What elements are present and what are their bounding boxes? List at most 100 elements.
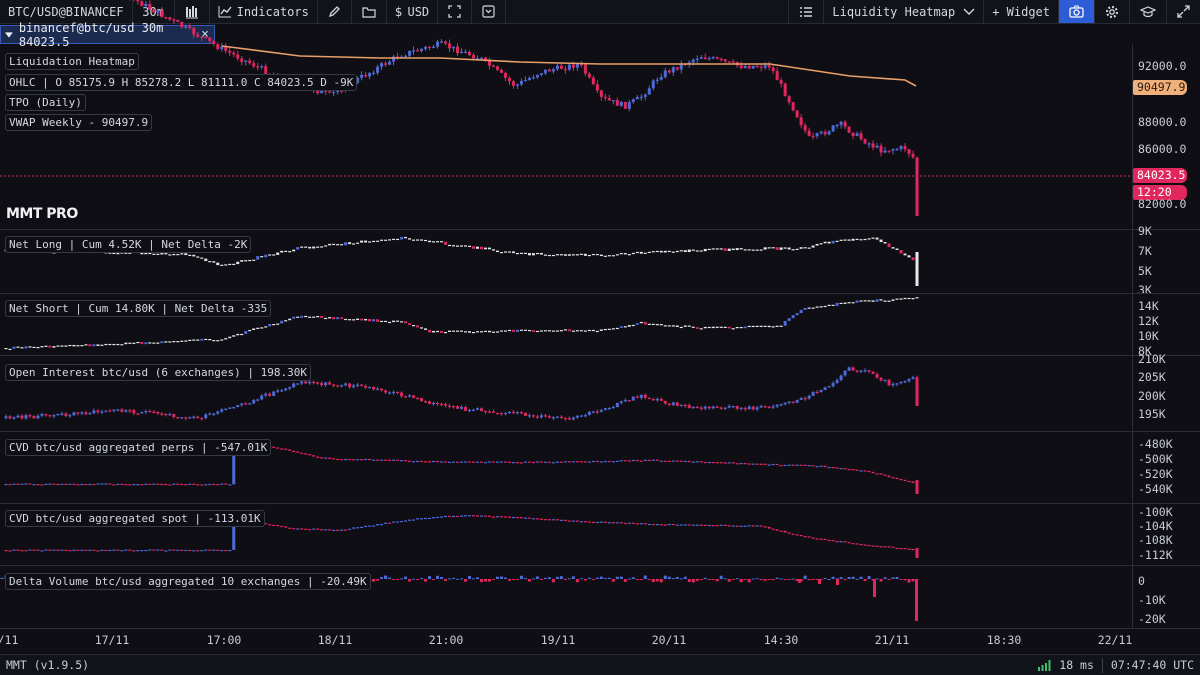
candle	[412, 461, 416, 463]
candle	[64, 413, 68, 417]
candle	[60, 413, 64, 415]
open-interest-legend[interactable]: Open Interest btc/usd (6 exchanges) | 19…	[5, 364, 312, 381]
candle	[344, 383, 348, 386]
pane-divider[interactable]	[0, 503, 1200, 504]
screenshot-button[interactable]	[1059, 0, 1095, 23]
add-widget-button[interactable]: + Widget	[984, 0, 1059, 23]
candle	[639, 394, 643, 398]
candle	[260, 395, 264, 400]
candle	[495, 516, 499, 518]
heatmap-legend[interactable]: Liquidation Heatmap	[5, 53, 139, 70]
net-long-legend[interactable]: Net Long | Cum 4.52K | Net Delta -2K	[5, 236, 252, 253]
candle	[615, 402, 619, 408]
candle	[507, 77, 511, 82]
candle	[511, 411, 515, 414]
candle	[300, 528, 304, 530]
candle	[887, 475, 891, 478]
candle	[312, 381, 316, 384]
candle	[467, 409, 471, 412]
candle	[116, 409, 120, 411]
pane-divider[interactable]	[0, 293, 1200, 294]
cvd-perps-legend[interactable]: CVD btc/usd aggregated perps | -547.01K	[5, 439, 272, 456]
candle	[843, 468, 847, 470]
save-button[interactable]	[472, 0, 507, 23]
candle	[687, 405, 691, 409]
pane-divider[interactable]	[0, 229, 1200, 230]
last-price-tag: 84023.5	[1133, 168, 1187, 183]
candle	[348, 383, 352, 388]
candle	[891, 149, 895, 151]
open-layout-button[interactable]	[352, 0, 387, 23]
net-short-legend[interactable]: Net Short | Cum 14.80K | Net Delta -335	[5, 300, 272, 317]
layout-selector[interactable]: Liquidity Heatmap	[824, 0, 985, 23]
cvd-spot-tick: -112K	[1138, 548, 1173, 562]
ohlc-legend[interactable]: OHLC | O 85175.9 H 85278.2 L 81111.0 C 8…	[5, 74, 358, 91]
candle	[891, 299, 895, 301]
candle	[392, 521, 396, 523]
candle	[296, 316, 300, 318]
candle	[463, 51, 467, 53]
candle	[551, 519, 555, 521]
candle	[743, 249, 747, 251]
candle	[523, 461, 527, 463]
academy-button[interactable]	[1130, 0, 1167, 23]
candle	[372, 72, 376, 75]
candle	[368, 72, 372, 77]
candle	[483, 247, 487, 250]
candle	[208, 339, 212, 341]
expand-button[interactable]	[1167, 0, 1200, 23]
candle	[731, 328, 735, 330]
candle	[591, 411, 595, 413]
candle	[200, 338, 204, 341]
volume-bar	[631, 577, 635, 579]
cvd-spot-legend[interactable]: CVD btc/usd aggregated spot | -113.01K	[5, 510, 265, 527]
candle	[803, 535, 807, 538]
candle	[204, 338, 208, 341]
pane-divider[interactable]	[0, 431, 1200, 432]
candle	[388, 61, 392, 65]
volume-bar	[699, 579, 703, 580]
candle	[420, 460, 424, 463]
candle	[783, 83, 787, 97]
candle	[579, 521, 583, 523]
fullscreen-button[interactable]	[438, 0, 473, 23]
candle	[867, 143, 871, 145]
candle	[456, 515, 460, 518]
settings-button[interactable]	[1095, 0, 1130, 23]
candle	[448, 461, 452, 463]
tpo-legend[interactable]: TPO (Daily)	[5, 94, 86, 111]
draw-tools-button[interactable]	[318, 0, 352, 23]
candle	[448, 330, 452, 333]
candle	[843, 121, 847, 127]
candle	[280, 448, 284, 450]
volume-bar	[815, 579, 819, 580]
object-list-button[interactable]	[788, 0, 825, 23]
candle	[192, 254, 196, 257]
candle	[424, 401, 428, 403]
volume-bar	[835, 578, 839, 580]
candle	[683, 524, 687, 526]
candle	[555, 461, 559, 463]
candle	[499, 413, 503, 415]
delta-volume-legend[interactable]: Delta Volume btc/usd aggregated 10 excha…	[5, 573, 371, 590]
close-icon[interactable]: ×	[201, 27, 209, 42]
pane-divider[interactable]	[0, 355, 1200, 356]
volume-bar	[755, 578, 759, 580]
candle	[547, 330, 551, 332]
candle	[296, 383, 300, 385]
candle	[831, 540, 835, 542]
vwap-legend[interactable]: VWAP Weekly - 90497.9	[5, 114, 153, 131]
chart-tab[interactable]: binancef@btc/usd 30m 84023.5 ×	[0, 21, 215, 49]
pane-divider[interactable]	[0, 565, 1200, 566]
candle	[691, 406, 695, 409]
candle	[32, 346, 36, 349]
currency-selector[interactable]: $ USD	[387, 0, 439, 23]
candle	[68, 415, 72, 417]
candle	[44, 345, 48, 347]
candle	[727, 406, 731, 408]
candle	[224, 483, 228, 485]
indicators-button[interactable]: Indicators	[210, 0, 318, 23]
chevron-down-icon[interactable]	[5, 31, 13, 38]
candle	[32, 549, 36, 551]
candle	[36, 484, 40, 486]
